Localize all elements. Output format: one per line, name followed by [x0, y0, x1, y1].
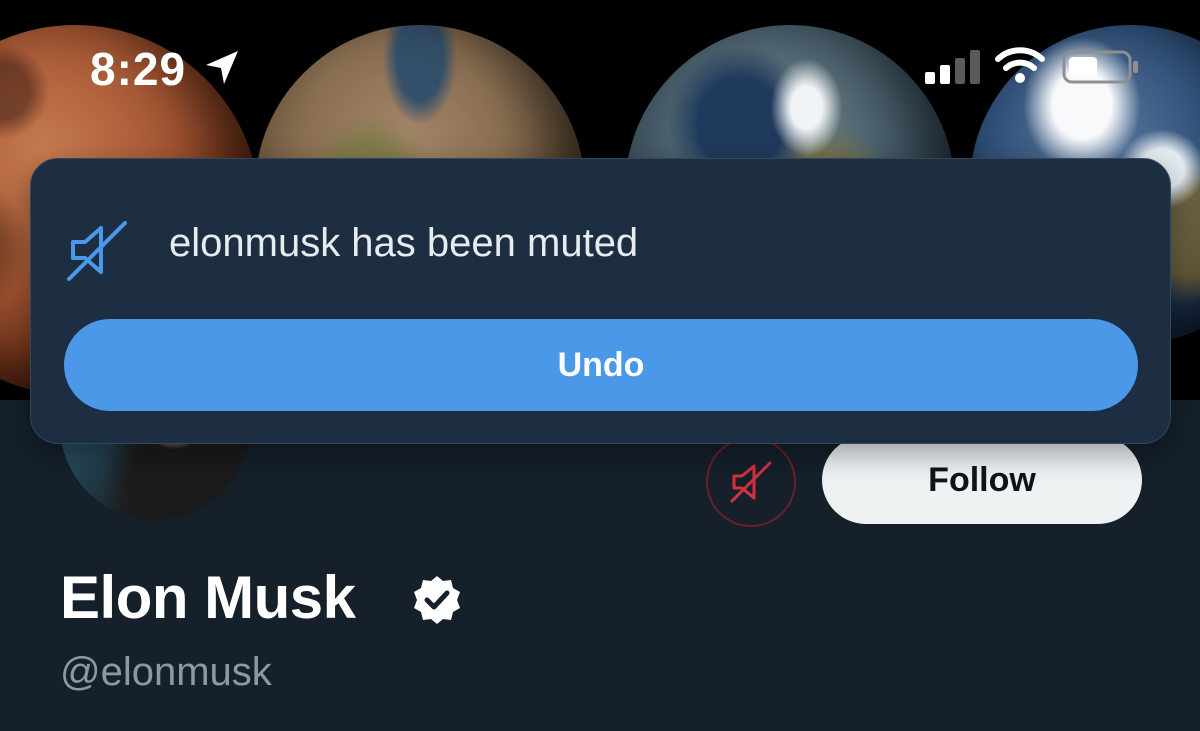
profile-handle: @elonmusk — [60, 650, 272, 694]
unmute-button[interactable] — [706, 437, 796, 527]
battery-icon — [1062, 50, 1138, 84]
undo-button[interactable]: Undo — [64, 319, 1138, 411]
location-arrow-icon — [206, 51, 238, 84]
verified-badge-icon — [414, 576, 460, 624]
mute-toast: elonmusk has been muted Undo — [30, 158, 1171, 444]
status-time: 8:29 — [90, 43, 187, 95]
status-bar: 8:29 — [0, 0, 1200, 130]
muted-icon — [730, 461, 772, 503]
cellular-signal-icon — [925, 50, 980, 84]
profile-display-name: Elon Musk — [60, 564, 356, 631]
twitter-profile-screen: 8:29 Follow Elon Musk @elonmusk elonmusk… — [0, 0, 1200, 731]
follow-button[interactable]: Follow — [822, 436, 1142, 524]
mute-icon — [67, 221, 127, 281]
toast-message: elonmusk has been muted — [169, 221, 639, 265]
wifi-icon — [995, 47, 1045, 83]
